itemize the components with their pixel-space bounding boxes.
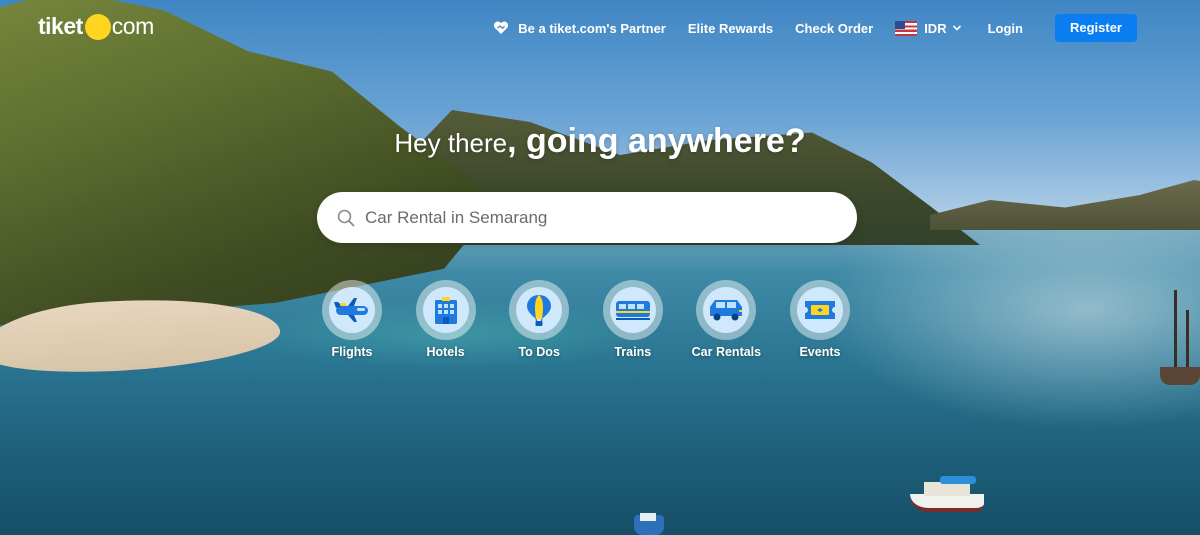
boat-small (634, 508, 664, 535)
top-nav: Be a tiket.com's Partner Elite Rewards C… (493, 14, 1137, 42)
search-input[interactable] (365, 207, 835, 228)
hot-air-balloon-icon (527, 295, 552, 326)
category-hotels[interactable]: Hotels (415, 280, 476, 359)
airplane-icon (334, 298, 368, 322)
handshake-heart-icon (494, 21, 509, 34)
logo-text-suffix: com (111, 13, 154, 39)
ticket-icon (804, 301, 835, 319)
category-label: Events (799, 345, 841, 359)
category-label: Trains (614, 345, 652, 359)
category-label: Car Rentals (691, 345, 762, 359)
boat-sailboat (1160, 290, 1200, 385)
car-icon (710, 300, 743, 321)
search-icon (337, 209, 355, 226)
elite-rewards-link[interactable]: Elite Rewards (688, 21, 773, 36)
headline-greeting: Hey there (394, 128, 508, 158)
category-label: Flights (331, 345, 373, 359)
hero-headline: Hey there, going anywhere? (0, 122, 1200, 161)
register-button[interactable]: Register (1054, 14, 1137, 42)
boat-ferry (910, 470, 984, 512)
category-flights[interactable]: Flights (322, 280, 382, 359)
chevron-down-icon (952, 25, 961, 31)
search-bar[interactable] (317, 192, 857, 243)
currency-selector[interactable]: IDR (895, 20, 961, 36)
product-categories: Flights Hotels To Dos Trains Car Rentals… (322, 280, 850, 359)
hero-background (0, 0, 1200, 535)
category-label: Hotels (426, 345, 465, 359)
login-link[interactable]: Login (988, 21, 1023, 36)
category-car-rentals[interactable]: Car Rentals (692, 280, 761, 359)
category-label: To Dos (518, 345, 560, 359)
category-trains[interactable]: Trains (602, 280, 663, 359)
logo-dot-icon (84, 13, 111, 40)
check-order-link[interactable]: Check Order (795, 21, 873, 36)
train-icon (615, 301, 650, 320)
category-to-dos[interactable]: To Dos (509, 280, 570, 359)
partner-label: Be a tiket.com's Partner (518, 20, 666, 36)
top-header: tiket com Be a tiket.com's Partner Elite… (0, 0, 1200, 56)
partner-link[interactable]: Be a tiket.com's Partner (493, 21, 666, 36)
logo-text-prefix: tiket (38, 13, 83, 39)
currency-label: IDR (924, 20, 947, 36)
hotel-building-icon (434, 297, 457, 324)
us-flag-icon (895, 20, 918, 36)
sea-sheen (820, 230, 1200, 430)
tiket-logo[interactable]: tiket com (38, 13, 154, 40)
category-events[interactable]: Events (789, 280, 850, 359)
headline-question: , going anywhere? (507, 122, 806, 160)
